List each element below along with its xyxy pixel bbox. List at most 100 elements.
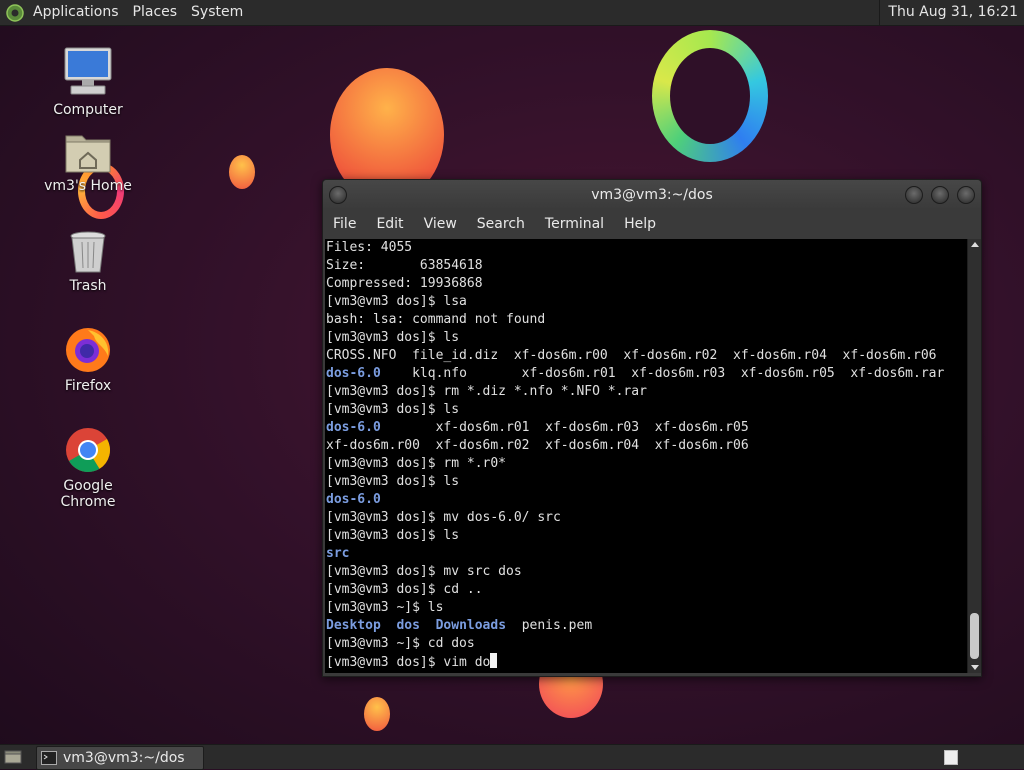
directory-name: src	[326, 546, 350, 561]
desktop-icon-label: Trash	[69, 278, 107, 294]
terminal-titlebar[interactable]: vm3@vm3:~/dos	[323, 180, 981, 210]
terminal-line: [vm3@vm3 dos]$ mv dos-6.0/ src	[325, 509, 967, 527]
bottom-panel: vm3@vm3:~/dos	[0, 744, 1024, 770]
terminal-text: [vm3@vm3 dos]$ vim do	[326, 655, 491, 670]
terminal-text: [vm3@vm3 dos]$ ls	[326, 330, 460, 345]
computer-icon	[64, 47, 112, 95]
text-cursor	[490, 653, 498, 668]
terminal-line: Desktop dos Downloads penis.pem	[325, 617, 967, 635]
terminal-text: Size: 63854618	[326, 258, 483, 273]
terminal-line: [vm3@vm3 dos]$ vim do	[325, 653, 967, 671]
terminal-line: Compressed: 19936868	[325, 275, 967, 293]
mate-logo-icon[interactable]	[6, 3, 24, 22]
directory-name: dos	[396, 618, 420, 633]
terminal-line: dos-6.0 xf-dos6m.r01 xf-dos6m.r03 xf-dos…	[325, 419, 967, 437]
maximize-button[interactable]	[931, 186, 949, 204]
terminal-line: [vm3@vm3 dos]$ ls	[325, 527, 967, 545]
terminal-text: penis.pem	[506, 618, 593, 633]
terminal-text: klq.nfo xf-dos6m.r01 xf-dos6m.r03 xf-dos…	[380, 366, 945, 381]
menu-view[interactable]: View	[414, 216, 467, 232]
menu-search[interactable]: Search	[467, 216, 535, 232]
clock[interactable]: Thu Aug 31, 16:21	[879, 0, 1024, 25]
terminal-text: [vm3@vm3 dos]$ ls	[326, 402, 460, 417]
wallpaper-orange-dot	[229, 155, 255, 189]
menu-terminal[interactable]: Terminal	[535, 216, 614, 232]
desktop-icon-trash[interactable]: Trash	[38, 230, 138, 294]
workspace-switcher[interactable]	[944, 750, 958, 765]
applications-menu[interactable]: Applications	[26, 0, 126, 25]
terminal-line: src	[325, 545, 967, 563]
directory-name: Downloads	[435, 618, 507, 633]
terminal-text: Compressed: 19936868	[326, 276, 483, 291]
trash-icon	[70, 231, 106, 273]
firefox-icon	[66, 328, 110, 372]
minimize-button[interactable]	[905, 186, 923, 204]
terminal-text: CROSS.NFO file_id.diz xf-dos6m.r00 xf-do…	[326, 348, 937, 363]
menu-help[interactable]: Help	[614, 216, 666, 232]
terminal-line: [vm3@vm3 ~]$ cd dos	[325, 635, 967, 653]
terminal-line: [vm3@vm3 ~]$ ls	[325, 599, 967, 617]
terminal-text: xf-dos6m.r00 xf-dos6m.r02 xf-dos6m.r04 x…	[326, 438, 749, 453]
terminal-line: [vm3@vm3 dos]$ lsa	[325, 293, 967, 311]
terminal-line: [vm3@vm3 dos]$ ls	[325, 401, 967, 419]
terminal-text: [vm3@vm3 dos]$ ls	[326, 528, 460, 543]
directory-name: dos-6.0	[326, 492, 381, 507]
menu-edit[interactable]: Edit	[366, 216, 413, 232]
terminal-window[interactable]: vm3@vm3:~/dos File Edit View Search Term…	[322, 179, 982, 677]
terminal-text: [vm3@vm3 dos]$ lsa	[326, 294, 467, 309]
scroll-up-arrow-icon[interactable]	[971, 242, 979, 247]
terminal-text: [vm3@vm3 dos]$ ls	[326, 474, 460, 489]
terminal-text: [vm3@vm3 ~]$ ls	[326, 600, 444, 615]
desktop-icon-label: Google Chrome	[60, 478, 116, 510]
terminal-title: vm3@vm3:~/dos	[591, 187, 713, 203]
terminal-text: [vm3@vm3 dos]$ rm *.r0*	[326, 456, 507, 471]
desktop-icon-chrome[interactable]: Google Chrome	[38, 426, 138, 510]
show-desktop-icon[interactable]	[4, 749, 22, 765]
home-folder-icon	[65, 135, 111, 173]
desktop-icon-firefox[interactable]: Firefox	[38, 326, 138, 394]
terminal-line: Files: 4055	[325, 239, 967, 257]
taskbar-button-terminal[interactable]: vm3@vm3:~/dos	[36, 746, 204, 770]
top-panel: Applications Places System Thu Aug 31, 1…	[0, 0, 1024, 26]
taskbar-button-label: vm3@vm3:~/dos	[63, 750, 185, 766]
places-menu[interactable]: Places	[126, 0, 185, 25]
close-button[interactable]	[957, 186, 975, 204]
terminal-line: [vm3@vm3 dos]$ cd ..	[325, 581, 967, 599]
terminal-text: [vm3@vm3 dos]$ rm *.diz *.nfo *.NFO *.ra…	[326, 384, 647, 399]
terminal-text: [vm3@vm3 dos]$ mv dos-6.0/ src	[326, 510, 561, 525]
terminal-output[interactable]: Files: 4055 Size: 63854618 Compressed: 199…	[325, 239, 967, 673]
menu-file[interactable]: File	[323, 216, 366, 232]
terminal-line: [vm3@vm3 dos]$ ls	[325, 329, 967, 347]
scroll-down-arrow-icon[interactable]	[971, 665, 979, 670]
chrome-icon	[66, 428, 110, 473]
desktop-icon-label: vm3's Home	[44, 178, 132, 194]
terminal-icon	[41, 751, 57, 765]
terminal-text: xf-dos6m.r01 xf-dos6m.r03 xf-dos6m.r05	[380, 420, 749, 435]
terminal-line: xf-dos6m.r00 xf-dos6m.r02 xf-dos6m.r04 x…	[325, 437, 967, 455]
scrollbar-thumb[interactable]	[970, 613, 979, 659]
terminal-text: [vm3@vm3 dos]$ mv src dos	[326, 564, 522, 579]
terminal-line: dos-6.0	[325, 491, 967, 509]
terminal-line: [vm3@vm3 dos]$ rm *.r0*	[325, 455, 967, 473]
desktop-icon-home[interactable]: vm3's Home	[38, 130, 138, 194]
wallpaper-gradient-ring	[652, 30, 768, 162]
terminal-line: dos-6.0 klq.nfo xf-dos6m.r01 xf-dos6m.r0…	[325, 365, 967, 383]
terminal-text: bash: lsa: command not found	[326, 312, 546, 327]
terminal-line: Size: 63854618	[325, 257, 967, 275]
terminal-line: [vm3@vm3 dos]$ ls	[325, 473, 967, 491]
terminal-line: [vm3@vm3 dos]$ mv src dos	[325, 563, 967, 581]
terminal-menubar: File Edit View Search Terminal Help	[323, 210, 981, 238]
system-menu[interactable]: System	[184, 0, 250, 25]
desktop-icon-label: Firefox	[64, 378, 112, 394]
directory-name: dos-6.0	[326, 366, 381, 381]
terminal-line: CROSS.NFO file_id.diz xf-dos6m.r00 xf-do…	[325, 347, 967, 365]
desktop-icon-label: Computer	[53, 102, 123, 118]
desktop-icon-computer[interactable]: Computer	[38, 46, 138, 118]
terminal-text: [vm3@vm3 ~]$ cd dos	[326, 636, 475, 651]
terminal-line: bash: lsa: command not found	[325, 311, 967, 329]
wallpaper-orange-dot-bottom	[364, 697, 390, 731]
terminal-text: [vm3@vm3 dos]$ cd ..	[326, 582, 483, 597]
terminal-scrollbar[interactable]	[967, 239, 981, 673]
